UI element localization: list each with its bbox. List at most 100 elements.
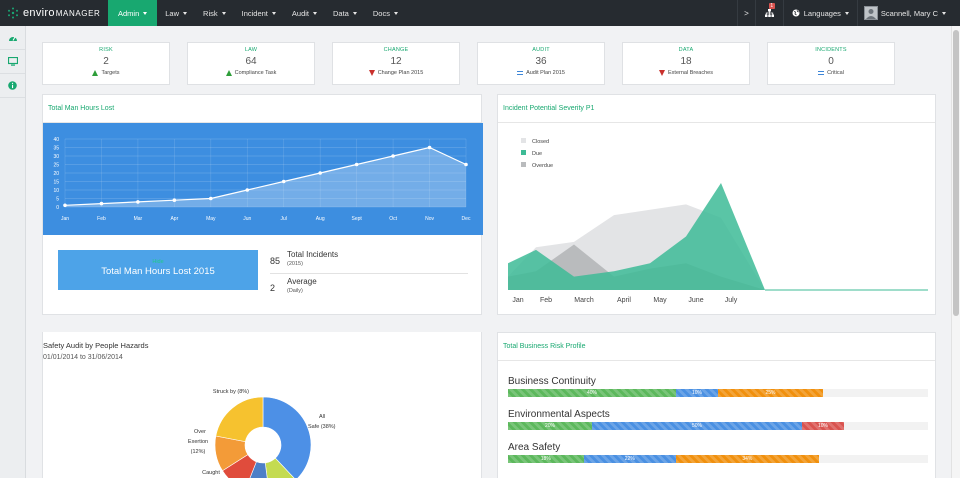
- kpi-card-incidents[interactable]: INCIDENTS 0 Critical: [767, 42, 895, 85]
- y-tick-label: 35: [53, 146, 59, 152]
- sidebar-item-info[interactable]: [0, 74, 25, 98]
- caret-down-icon: [313, 11, 318, 15]
- logo-icon: [8, 7, 18, 19]
- risk-bar: 40% 10% 25%: [508, 389, 928, 397]
- caret-down-icon: [183, 11, 188, 15]
- equals-icon: [517, 71, 524, 75]
- sitemap-icon: [764, 9, 774, 17]
- total-hours-lost-label: Total Man Hours Lost 2015: [101, 266, 215, 277]
- data-point[interactable]: [209, 196, 213, 201]
- data-point[interactable]: [99, 201, 104, 206]
- risk-bar-segment: 34%: [675, 455, 819, 463]
- info-icon: [8, 81, 17, 90]
- kpi-subtext: Audit Plan 2015: [526, 70, 565, 76]
- risk-bar-segment: 50%: [592, 422, 802, 430]
- kpi-card-change[interactable]: CHANGE 12 Change Plan 2015: [332, 42, 460, 85]
- chevron-right-button[interactable]: >: [737, 0, 755, 26]
- nav-item-risk[interactable]: Risk: [195, 0, 234, 26]
- man-hours-line-chart: 0 5 10 15 20 25 30 35 40 Jan Feb Mar Apr May Jun Jul Aug…: [43, 123, 483, 235]
- brand-part1: enviro: [23, 7, 55, 19]
- nav-right: > 1 Languages Scannell, Mary C: [737, 0, 960, 26]
- x-tick-label: Nov: [425, 216, 434, 222]
- triangle-down-icon: [659, 70, 666, 76]
- man-hours-panel: Total Man Hours Lost 0 5 10 15 20 25 30 35 40 Jan…: [42, 94, 483, 315]
- nav-item-label: Law: [165, 8, 180, 18]
- y-tick-label: 10: [53, 188, 59, 194]
- kpi-subtext: Targets: [101, 70, 120, 76]
- caret-down-icon: [271, 11, 276, 15]
- kpi-value: 0: [828, 56, 834, 67]
- severity-title: Incident Potential Severity P1: [503, 105, 595, 112]
- kpi-label: LAW: [244, 47, 258, 53]
- data-point[interactable]: [354, 162, 359, 167]
- nav-item-label: Admin: [118, 8, 140, 18]
- risk-label: Area Safety: [508, 442, 561, 453]
- stat-label: Total Incidents: [287, 250, 339, 259]
- page-scrollbar[interactable]: [951, 26, 960, 478]
- risk-bar-segment: 22%: [583, 455, 676, 463]
- notifications-button[interactable]: 1: [754, 0, 783, 26]
- x-tick-label: Oct: [389, 216, 397, 222]
- x-tick-label: Aug: [316, 216, 325, 222]
- x-tick-label: May: [653, 297, 667, 304]
- kpi-card-audit[interactable]: AUDIT 36 Audit Plan 2015: [477, 42, 605, 85]
- risk-bar-segment: 18%: [508, 455, 584, 463]
- nav-item-admin[interactable]: Admin: [108, 0, 158, 26]
- data-point[interactable]: [391, 154, 395, 158]
- stat-value: 2: [270, 283, 276, 293]
- kpi-card-risk[interactable]: RISK 2 Targets: [42, 42, 170, 85]
- brand-logo[interactable]: enviro MANAGER: [0, 0, 108, 26]
- legend-entry[interactable]: Overdue: [532, 163, 553, 169]
- nav-item-law[interactable]: Law: [157, 0, 195, 26]
- risk-bar-segment: 25%: [718, 389, 823, 397]
- data-point[interactable]: [318, 171, 322, 175]
- caret-down-icon: [352, 11, 357, 15]
- hide-link[interactable]: Hide: [58, 259, 258, 265]
- total-hours-lost-box[interactable]: Hide Total Man Hours Lost 2015: [58, 250, 258, 290]
- risk-bar-segment: 10%: [802, 422, 844, 430]
- nav-item-audit[interactable]: Audit: [284, 0, 325, 26]
- nav-item-incident[interactable]: Incident: [234, 0, 284, 26]
- caret-down-icon: [844, 11, 849, 15]
- stat-value: 85: [270, 256, 281, 266]
- nav-item-docs[interactable]: Docs: [365, 0, 406, 26]
- languages-dropdown[interactable]: Languages: [782, 0, 857, 26]
- risk-item: Business Continuity 40% 10% 25%: [508, 376, 928, 397]
- kpi-value: 64: [245, 56, 257, 67]
- severity-area-chart: Jan Feb March April May June July Closed Due Over…: [508, 138, 928, 304]
- data-point[interactable]: [136, 200, 140, 204]
- sidebar-item-dashboard[interactable]: [0, 26, 25, 50]
- data-point[interactable]: [63, 203, 67, 208]
- legend-entry[interactable]: Closed: [532, 139, 549, 145]
- user-name: Scannell, Mary C: [880, 8, 938, 18]
- data-point[interactable]: [427, 145, 432, 150]
- man-hours-title: Total Man Hours Lost: [48, 105, 115, 112]
- legend-swatch: [521, 162, 526, 167]
- kpi-label: RISK: [99, 47, 113, 53]
- triangle-down-icon: [368, 70, 375, 76]
- triangle-up-icon: [225, 70, 232, 76]
- user-menu[interactable]: Scannell, Mary C: [856, 0, 960, 26]
- scrollbar-thumb[interactable]: [953, 30, 959, 316]
- kpi-card-law[interactable]: LAW 64 Compliance Task: [187, 42, 315, 85]
- sidebar-item-monitor[interactable]: [0, 50, 25, 74]
- legend-entry[interactable]: Due: [532, 151, 542, 157]
- kpi-label: AUDIT: [532, 47, 550, 53]
- chevron-label: >: [744, 8, 749, 18]
- kpi-subtext: Change Plan 2015: [377, 70, 424, 76]
- triangle-up-icon: [92, 70, 99, 76]
- risk-item: Area Safety 18% 22% 34%: [508, 442, 928, 463]
- x-tick-label: Feb: [97, 216, 106, 222]
- data-point[interactable]: [464, 162, 468, 167]
- data-point[interactable]: [281, 179, 286, 184]
- x-tick-label: June: [688, 297, 703, 304]
- y-tick-label: 15: [53, 180, 59, 186]
- data-point[interactable]: [172, 198, 177, 202]
- kpi-sub: Audit Plan 2015: [478, 70, 604, 76]
- pie-slice[interactable]: [215, 396, 264, 442]
- data-point[interactable]: [245, 188, 250, 192]
- nav-item-data[interactable]: Data: [325, 0, 365, 26]
- x-tick-label: Jun: [243, 216, 251, 222]
- kpi-card-data[interactable]: DATA 18 External Breaches: [622, 42, 750, 85]
- kpi-sub: External Breaches: [623, 70, 749, 76]
